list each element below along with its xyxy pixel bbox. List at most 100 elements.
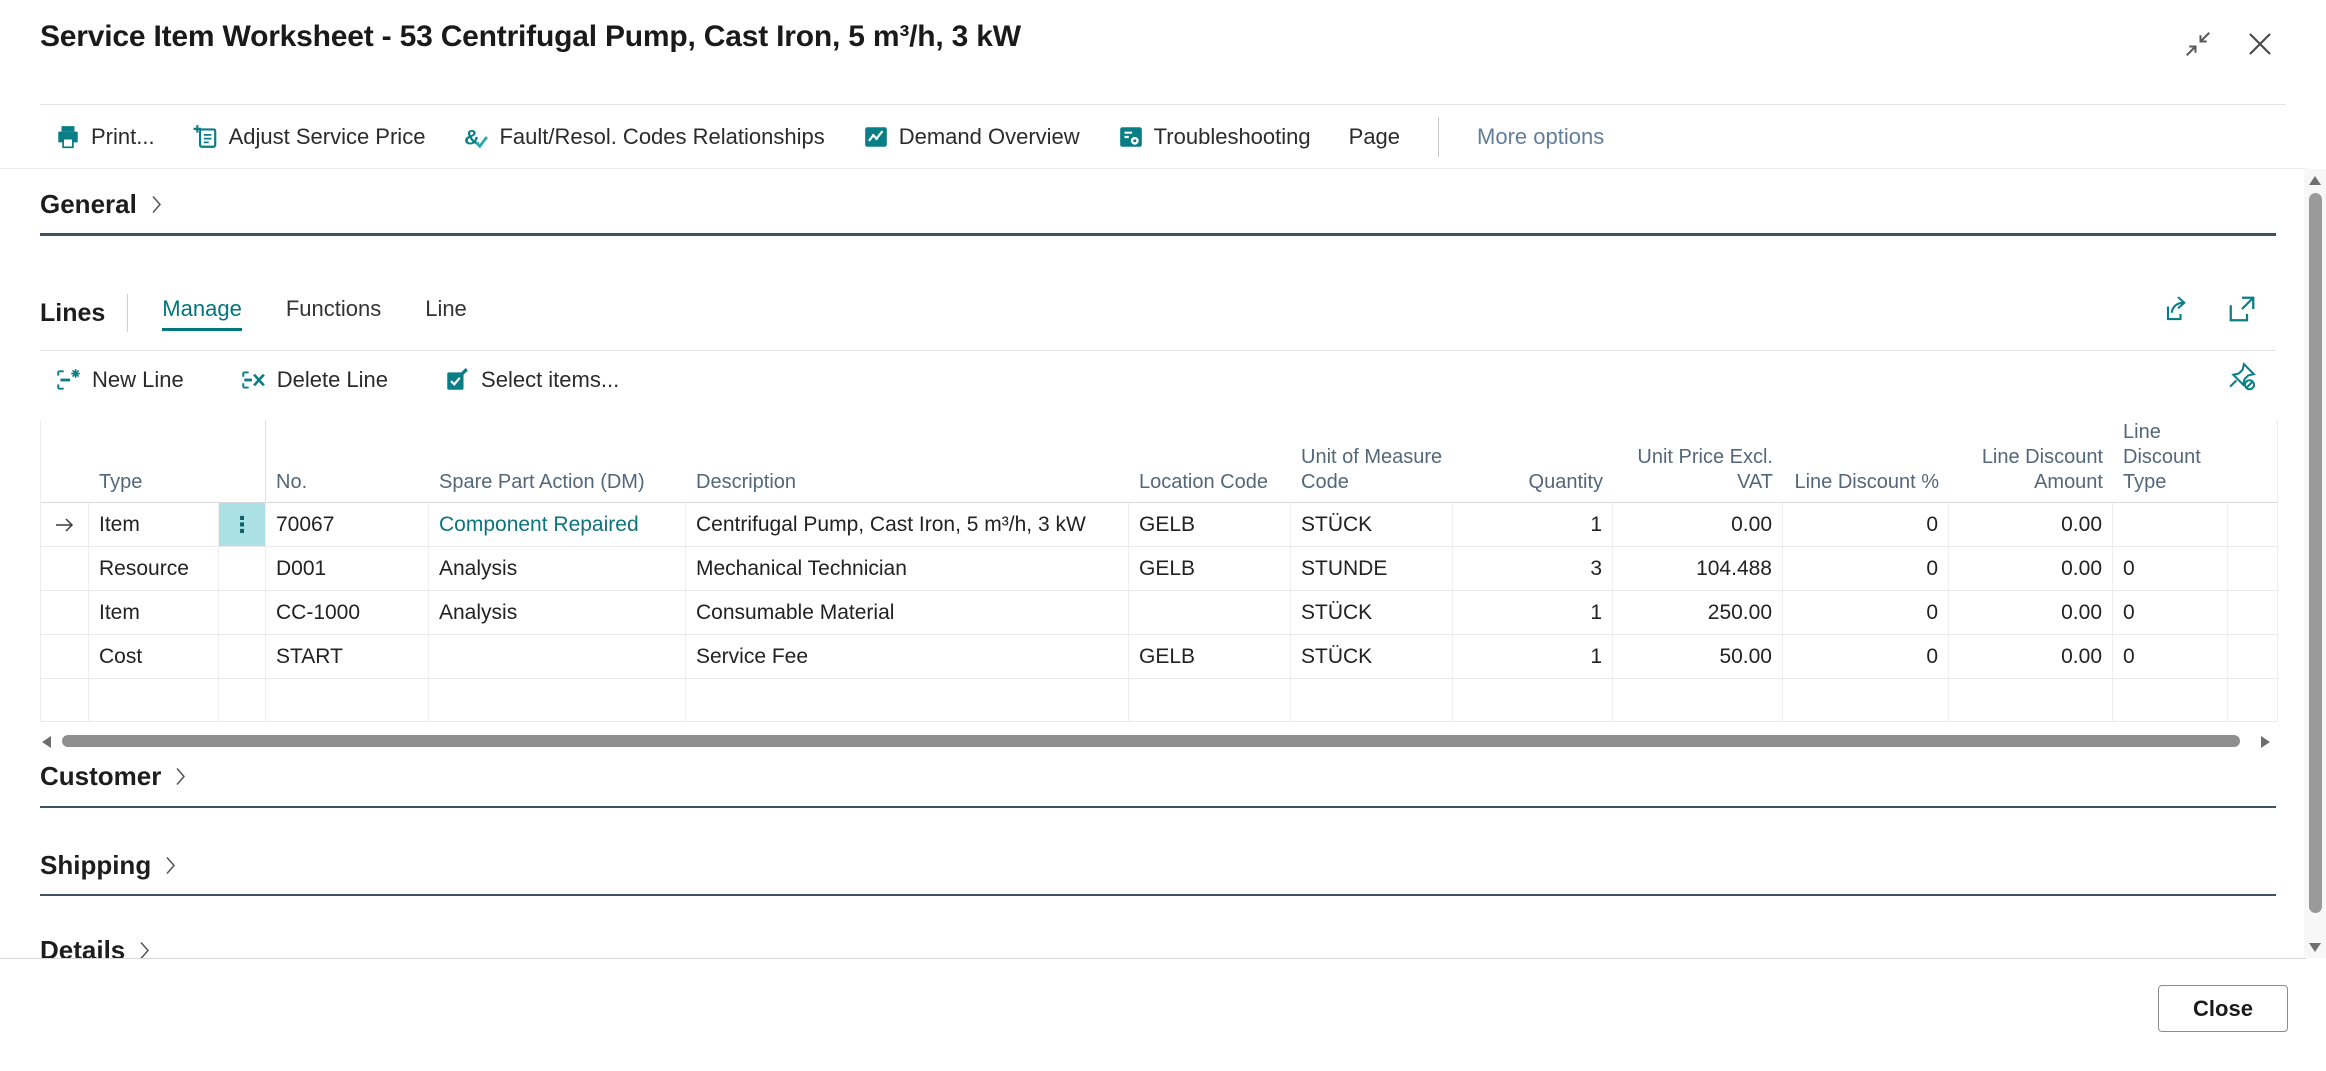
- cell-spare-part-action[interactable]: Analysis: [429, 591, 686, 634]
- header-unit-price[interactable]: Unit Price Excl. VAT: [1613, 420, 1783, 504]
- cell-type[interactable]: Resource: [89, 547, 219, 590]
- cell-unit-price[interactable]: 250.00: [1613, 591, 1783, 634]
- vertical-scrollbar[interactable]: [2304, 169, 2326, 958]
- row-options-cell[interactable]: [219, 635, 266, 678]
- select-items-button[interactable]: Select items...: [444, 367, 619, 393]
- cell-description[interactable]: Consumable Material: [686, 591, 1129, 634]
- share-icon[interactable]: [2163, 294, 2193, 324]
- cell-type[interactable]: [89, 679, 219, 721]
- scroll-down-arrow[interactable]: [2309, 943, 2321, 952]
- header-spare-part-action[interactable]: Spare Part Action (DM): [429, 420, 686, 504]
- row-options-cell[interactable]: ⋮: [219, 503, 266, 546]
- cell-type[interactable]: Item: [89, 591, 219, 634]
- cell-line-discount-type[interactable]: 0: [2113, 547, 2228, 590]
- cell-no[interactable]: CC-1000: [266, 591, 429, 634]
- cell-no[interactable]: 70067: [266, 503, 429, 546]
- cell-line-discount-pct[interactable]: 0: [1783, 635, 1949, 678]
- vertical-scroll-thumb[interactable]: [2309, 193, 2322, 913]
- cell-unit-price[interactable]: 50.00: [1613, 635, 1783, 678]
- cell-spare-part-action[interactable]: [429, 679, 686, 721]
- cell-no[interactable]: D001: [266, 547, 429, 590]
- header-line-discount-type[interactable]: Line Discount Type: [2113, 420, 2228, 504]
- header-no[interactable]: No.: [266, 420, 429, 504]
- scroll-up-arrow[interactable]: [2309, 176, 2321, 185]
- close-window-button[interactable]: [2244, 28, 2276, 60]
- section-shipping[interactable]: Shipping: [40, 850, 176, 881]
- fault-resol-codes-button[interactable]: & Fault/Resol. Codes Relationships: [463, 124, 824, 150]
- row-options-cell[interactable]: [219, 591, 266, 634]
- cell-spare-part-action[interactable]: [429, 635, 686, 678]
- header-location-code[interactable]: Location Code: [1129, 420, 1291, 504]
- cell-unit-of-measure[interactable]: STÜCK: [1291, 591, 1453, 634]
- cell-unit-price[interactable]: 104.488: [1613, 547, 1783, 590]
- cell-description[interactable]: Centrifugal Pump, Cast Iron, 5 m³/h, 3 k…: [686, 503, 1129, 546]
- cell-unit-price[interactable]: 0.00: [1613, 503, 1783, 546]
- cell-spare-part-action[interactable]: Component Repaired: [429, 503, 686, 546]
- restore-window-button[interactable]: [2182, 28, 2214, 60]
- adjust-service-price-button[interactable]: Adjust Service Price: [193, 124, 426, 150]
- cell-unit-of-measure[interactable]: STÜCK: [1291, 635, 1453, 678]
- header-description[interactable]: Description: [686, 420, 1129, 504]
- header-line-discount-pct[interactable]: Line Discount %: [1783, 420, 1949, 504]
- cell-line-discount-type[interactable]: 0: [2113, 635, 2228, 678]
- cell-line-discount-type[interactable]: [2113, 503, 2228, 546]
- close-button[interactable]: Close: [2158, 985, 2288, 1032]
- cell-type[interactable]: Cost: [89, 635, 219, 678]
- cell-line-discount-amount[interactable]: 0.00: [1949, 503, 2113, 546]
- page-menu-button[interactable]: Page: [1349, 124, 1400, 150]
- cell-quantity[interactable]: 3: [1453, 547, 1613, 590]
- cell-description[interactable]: Service Fee: [686, 635, 1129, 678]
- scroll-right-arrow[interactable]: [2261, 736, 2270, 748]
- cell-line-discount-amount[interactable]: 0.00: [1949, 591, 2113, 634]
- cell-unit-of-measure[interactable]: STUNDE: [1291, 547, 1453, 590]
- cell-quantity[interactable]: 1: [1453, 503, 1613, 546]
- header-line-discount-amount[interactable]: Line Discount Amount: [1949, 420, 2113, 504]
- cell-type[interactable]: Item: [89, 503, 219, 546]
- section-general[interactable]: General: [40, 189, 162, 220]
- cell-line-discount-pct[interactable]: 0: [1783, 503, 1949, 546]
- cell-line-discount-type[interactable]: 0: [2113, 591, 2228, 634]
- cell-location-code[interactable]: GELB: [1129, 503, 1291, 546]
- tab-functions[interactable]: Functions: [286, 296, 381, 331]
- scroll-left-arrow[interactable]: [42, 736, 51, 748]
- cell-location-code[interactable]: [1129, 591, 1291, 634]
- section-details[interactable]: Details: [40, 935, 150, 959]
- cell-line-discount-amount[interactable]: 0.00: [1949, 547, 2113, 590]
- cell-description[interactable]: Mechanical Technician: [686, 547, 1129, 590]
- tab-manage[interactable]: Manage: [162, 296, 242, 331]
- unpin-part-button[interactable]: [2227, 361, 2257, 391]
- row-options-cell[interactable]: [219, 547, 266, 590]
- cell-no[interactable]: START: [266, 635, 429, 678]
- cell-quantity[interactable]: 1: [1453, 635, 1613, 678]
- cell-line-discount-pct[interactable]: [1783, 679, 1949, 721]
- horizontal-scroll-thumb[interactable]: [62, 735, 2240, 747]
- print-button[interactable]: Print...: [55, 124, 155, 150]
- cell-location-code[interactable]: [1129, 679, 1291, 721]
- cell-location-code[interactable]: GELB: [1129, 635, 1291, 678]
- demand-overview-button[interactable]: Demand Overview: [863, 124, 1080, 150]
- cell-line-discount-amount[interactable]: 0.00: [1949, 635, 2113, 678]
- cell-line-discount-pct[interactable]: 0: [1783, 547, 1949, 590]
- header-quantity[interactable]: Quantity: [1453, 420, 1613, 504]
- cell-description[interactable]: [686, 679, 1129, 721]
- cell-quantity[interactable]: 1: [1453, 591, 1613, 634]
- cell-unit-of-measure[interactable]: STÜCK: [1291, 503, 1453, 546]
- header-unit-of-measure[interactable]: Unit of Measure Code: [1291, 420, 1453, 504]
- open-in-new-window-icon[interactable]: [2227, 294, 2257, 324]
- horizontal-scrollbar[interactable]: [40, 733, 2272, 749]
- cell-location-code[interactable]: GELB: [1129, 547, 1291, 590]
- cell-quantity[interactable]: [1453, 679, 1613, 721]
- cell-unit-of-measure[interactable]: [1291, 679, 1453, 721]
- header-type[interactable]: Type: [89, 420, 219, 504]
- cell-spare-part-action[interactable]: Analysis: [429, 547, 686, 590]
- more-options-link[interactable]: More options: [1477, 124, 1604, 150]
- cell-line-discount-amount[interactable]: [1949, 679, 2113, 721]
- cell-line-discount-pct[interactable]: 0: [1783, 591, 1949, 634]
- delete-line-button[interactable]: Delete Line: [240, 367, 388, 393]
- cell-no[interactable]: [266, 679, 429, 721]
- section-customer[interactable]: Customer: [40, 761, 186, 792]
- tab-line[interactable]: Line: [425, 296, 467, 331]
- cell-unit-price[interactable]: [1613, 679, 1783, 721]
- cell-line-discount-type[interactable]: [2113, 679, 2228, 721]
- new-line-button[interactable]: New Line: [55, 367, 184, 393]
